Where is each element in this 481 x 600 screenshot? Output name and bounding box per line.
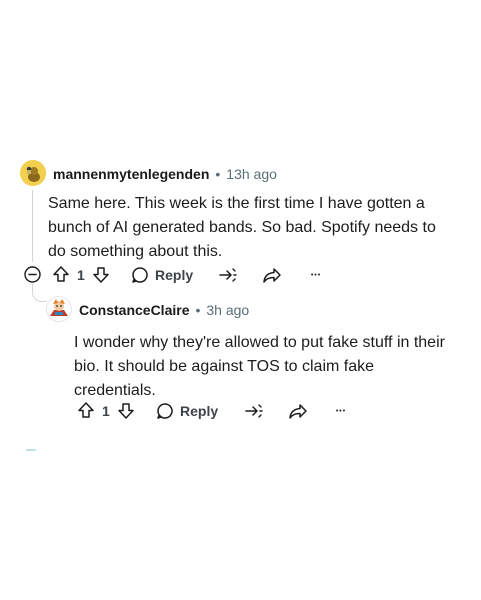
username[interactable]: mannenmytenlegenden xyxy=(53,166,209,182)
avatar[interactable] xyxy=(46,296,72,322)
comment-meta: ConstanceClaire • 3h ago xyxy=(79,301,249,319)
share-button[interactable] xyxy=(262,265,282,285)
award-button[interactable] xyxy=(243,401,263,421)
reply-button[interactable]: Reply xyxy=(156,401,218,421)
chat-bubble-icon xyxy=(157,403,173,419)
timestamp[interactable]: 13h ago xyxy=(226,166,277,182)
vote-count: 1 xyxy=(77,267,85,283)
timestamp[interactable]: 3h ago xyxy=(206,302,249,318)
upvote-button[interactable] xyxy=(76,400,96,420)
chat-bubble-icon xyxy=(132,267,148,283)
comment-body: I wonder why they're allowed to put fake… xyxy=(74,334,445,399)
more-options-button[interactable]: ••• xyxy=(331,401,351,421)
arrow-down-icon xyxy=(93,267,109,283)
thread-line xyxy=(32,190,33,262)
award-icon xyxy=(245,404,263,418)
share-icon xyxy=(263,268,281,283)
arrow-up-icon xyxy=(78,402,94,418)
username[interactable]: ConstanceClaire xyxy=(79,302,189,318)
reply-label: Reply xyxy=(155,267,194,283)
meta-separator: • xyxy=(195,302,201,318)
avatar[interactable] xyxy=(20,160,46,186)
award-icon xyxy=(219,268,237,282)
more-options-button[interactable]: ••• xyxy=(306,265,326,285)
collapse-button[interactable] xyxy=(24,266,41,283)
upvote-button[interactable] xyxy=(51,264,71,284)
downvote-button[interactable] xyxy=(116,401,136,421)
more-options-icon: ••• xyxy=(335,407,347,415)
reply-label: Reply xyxy=(180,403,219,419)
reply-button[interactable]: Reply xyxy=(131,265,193,285)
vote-count: 1 xyxy=(102,403,110,419)
collapse-minus-icon xyxy=(24,266,41,283)
comment-meta: mannenmytenlegenden • 13h ago xyxy=(53,165,277,183)
share-icon xyxy=(289,404,307,419)
divider-fragment xyxy=(26,449,36,451)
share-button[interactable] xyxy=(288,401,308,421)
award-button[interactable] xyxy=(217,265,237,285)
arrow-up-icon xyxy=(53,266,69,282)
downvote-button[interactable] xyxy=(91,265,111,285)
more-options-icon: ••• xyxy=(310,271,322,279)
thread-branch xyxy=(32,284,47,302)
meta-separator: • xyxy=(215,166,221,182)
arrow-down-icon xyxy=(118,403,134,419)
comment-body: Same here. This week is the first time I… xyxy=(48,195,436,260)
